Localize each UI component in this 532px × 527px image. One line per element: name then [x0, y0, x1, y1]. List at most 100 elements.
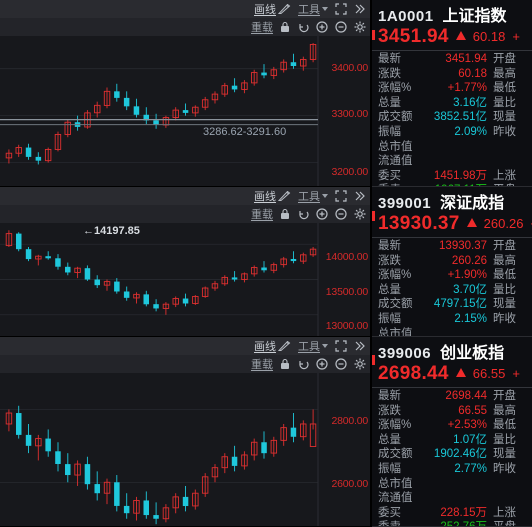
quote-row: 振幅 2.77% 昨收	[372, 462, 532, 477]
quote-row: 委卖252.76万平盘	[372, 520, 532, 526]
quote-row-label-2: 现量	[493, 298, 516, 311]
quote-row: 涨跌 66.55 最高	[372, 404, 532, 419]
quote-row: 流通值	[372, 491, 532, 506]
quote-row-label-2	[487, 327, 532, 336]
panel-3-plot[interactable]	[0, 373, 370, 526]
quote-row-label-2: 昨收	[493, 312, 516, 325]
quote-row-label: 涨幅%	[378, 82, 412, 95]
quote-row-label: 总量	[378, 96, 401, 109]
chart-panel-1[interactable]: 画线 工具 重载 3400.00 3300.00 3200.00 3286.62…	[0, 0, 370, 187]
undo-icon[interactable]	[297, 208, 309, 220]
panel-1-plot[interactable]	[0, 36, 370, 186]
zoom-in-icon[interactable]	[316, 358, 328, 370]
caret-down-icon	[322, 344, 328, 348]
tools-menu-button[interactable]: 工具	[298, 1, 328, 17]
quote-row-label-2	[487, 140, 532, 155]
quote-row: 振幅 2.09% 昨收	[372, 125, 532, 140]
draw-line-button[interactable]: 画线	[254, 188, 291, 204]
panel-2-toolbar-row-1: 画线 工具	[0, 187, 370, 205]
quote-1-code: 1A0001	[378, 8, 434, 25]
quote-row: 成交额 1902.46亿 现量	[372, 447, 532, 462]
quote-1-change: 60.18	[472, 29, 506, 44]
zoom-out-icon[interactable]	[335, 208, 347, 220]
quote-block-1[interactable]: 1A0001 上证指数 3451.94 60.18 + 最新 3451.94 开盘涨…	[372, 0, 532, 187]
quote-1-change-sign: +	[512, 29, 520, 44]
undo-icon[interactable]	[297, 358, 309, 370]
quote-row-label: 成交额	[378, 448, 413, 461]
chart-panel-3[interactable]: 画线 工具 重载 2800.00 2600.00	[0, 337, 370, 527]
zoom-in-icon[interactable]	[316, 21, 328, 33]
quote-row: 总量 3.70亿 量比	[372, 283, 532, 298]
divider	[372, 50, 532, 51]
zoom-in-icon[interactable]	[316, 208, 328, 220]
quote-row-label: 振幅	[378, 462, 401, 475]
quote-row-label: 涨幅%	[378, 419, 412, 432]
reload-button[interactable]: 重载	[251, 19, 273, 35]
lock-icon[interactable]	[280, 21, 290, 33]
reload-button[interactable]: 重载	[251, 206, 273, 222]
quote-row-value: 1451.98万	[433, 169, 487, 182]
quote-row-value: 260.26	[451, 254, 487, 267]
gear-icon[interactable]	[354, 208, 366, 220]
quote-2-name: 深证成指	[440, 195, 505, 212]
quote-row-label: 总量	[378, 433, 401, 446]
chevrons-right-icon[interactable]	[354, 340, 366, 352]
quote-block-2[interactable]: 399001 深证成指 13930.37 260.26 + 最新 13930.37…	[372, 187, 532, 337]
quote-row-label-2: 最低	[493, 269, 516, 282]
quote-3-edge-marker	[372, 355, 375, 365]
quote-row-value: 2.77%	[454, 462, 487, 475]
lock-icon[interactable]	[280, 358, 290, 370]
quote-row-label: 涨幅%	[378, 269, 412, 282]
panel-2-peak-annotation: ←14197.85	[83, 225, 140, 237]
tools-menu-button[interactable]: 工具	[298, 188, 328, 204]
quote-row-value	[424, 140, 487, 155]
quote-row-label: 委卖	[372, 520, 424, 526]
panel-2-plot[interactable]	[0, 223, 370, 336]
quote-row: 涨幅% +2.53% 最低	[372, 418, 532, 433]
quote-block-3[interactable]: 399006 创业板指 2698.44 66.55 + 最新 2698.44 开盘涨…	[372, 337, 532, 527]
fullscreen-icon[interactable]	[335, 340, 347, 352]
quote-row-value: +1.77%	[447, 82, 487, 95]
quote-row: 总量 1.07亿 量比	[372, 433, 532, 448]
quote-row-label-2: 开盘	[493, 53, 516, 65]
chevrons-right-icon[interactable]	[354, 3, 366, 15]
quote-row-label: 委买	[378, 506, 401, 519]
caret-down-icon	[322, 194, 328, 198]
fullscreen-icon[interactable]	[335, 190, 347, 202]
reload-button[interactable]: 重载	[251, 356, 273, 372]
chart-panel-2[interactable]: 画线 工具 重载 14000.00 13500.00 13000.00 ←141…	[0, 187, 370, 337]
draw-line-button[interactable]: 画线	[254, 1, 291, 17]
quote-3-change-sign: +	[512, 366, 520, 381]
panel-3-ytick-2600: 2600.00	[331, 478, 368, 490]
quote-2-code: 399001	[378, 195, 432, 212]
gear-icon[interactable]	[354, 21, 366, 33]
divider	[372, 387, 532, 388]
quote-1-header: 1A0001 上证指数	[372, 0, 532, 25]
gear-icon[interactable]	[354, 358, 366, 370]
panel-2-ytick-13500: 13500.00	[325, 286, 368, 298]
draw-line-button[interactable]: 画线	[254, 338, 291, 354]
trading-app-window: 画线 工具 重载 3400.00 3300.00 3200.00 3286.62…	[0, 0, 532, 527]
quote-row-label-2: 昨收	[493, 462, 516, 475]
zoom-out-icon[interactable]	[335, 21, 347, 33]
quote-row-label: 振幅	[378, 312, 401, 325]
quote-row-label-2: 上涨	[493, 506, 516, 519]
zoom-out-icon[interactable]	[335, 358, 347, 370]
quote-row: 总量 3.16亿 量比	[372, 96, 532, 111]
panel-1-ytick-3400: 3400.00	[331, 62, 368, 74]
undo-icon[interactable]	[297, 21, 309, 33]
tools-menu-button[interactable]: 工具	[298, 338, 328, 354]
fullscreen-icon[interactable]	[335, 3, 347, 15]
quote-1-edge-marker	[372, 30, 375, 40]
quote-row-value: 66.55	[458, 404, 487, 417]
quote-row-value: 3852.51亿	[433, 111, 487, 124]
quote-row-value: 1902.46亿	[433, 448, 487, 461]
chevrons-right-icon[interactable]	[354, 190, 366, 202]
quote-row-value	[424, 154, 487, 169]
quote-2-last-price: 13930.37	[378, 212, 460, 234]
quote-row-label-2: 最高	[493, 67, 516, 80]
quote-row-value: 1.07亿	[453, 433, 487, 446]
panel-1-ytick-3200: 3200.00	[331, 166, 368, 178]
lock-icon[interactable]	[280, 208, 290, 220]
quote-row-label-2: 开盘	[493, 390, 516, 402]
